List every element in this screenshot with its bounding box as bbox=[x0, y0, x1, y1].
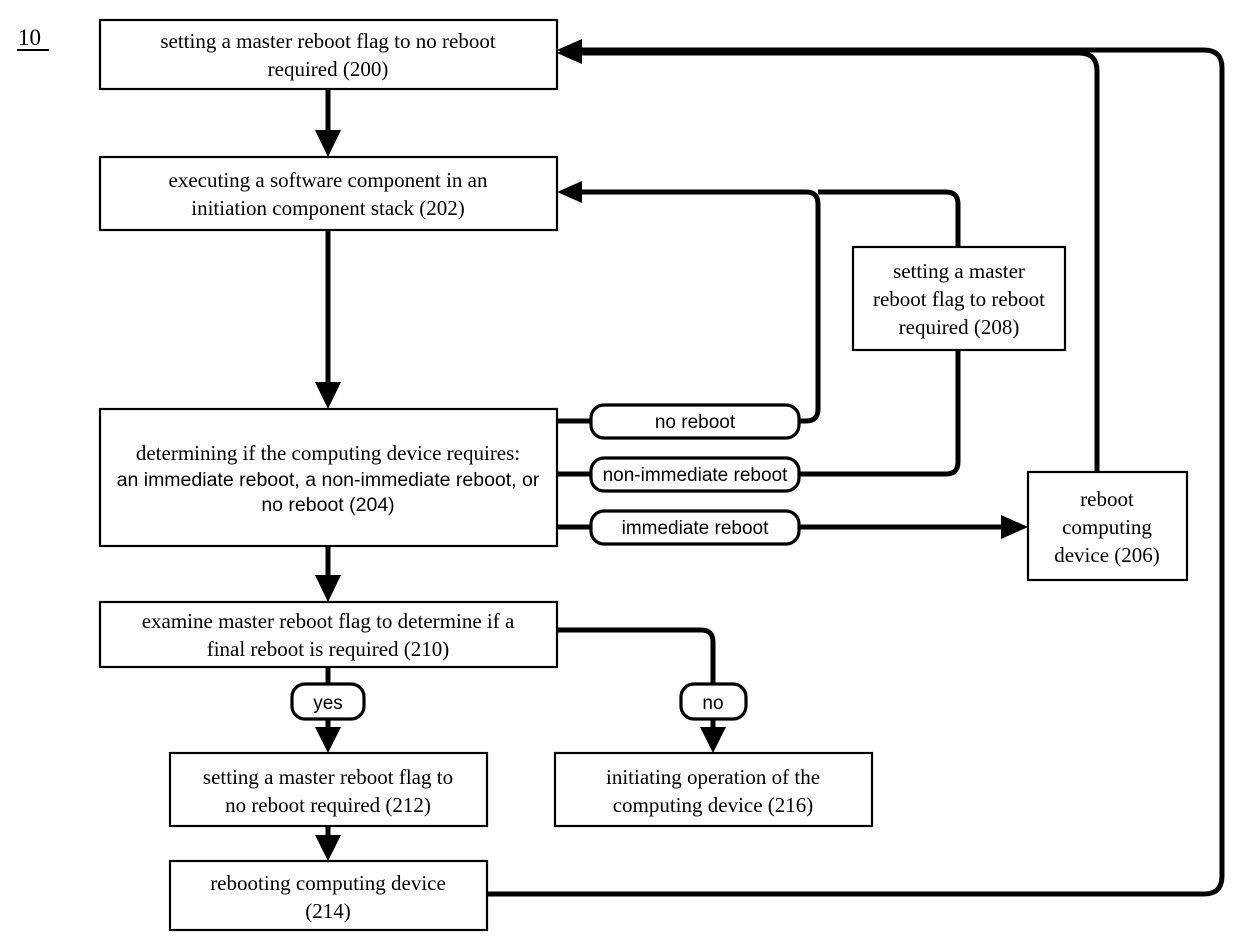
node-206-line-2: computing bbox=[1062, 515, 1152, 539]
edge-202-to-204 bbox=[315, 230, 341, 409]
edge-212-to-214-arrowhead bbox=[315, 835, 341, 861]
edge-200-to-202 bbox=[315, 89, 341, 157]
branch-pill-yes-label: yes bbox=[313, 693, 343, 714]
branch-pill-no-reboot-label: no reboot bbox=[655, 412, 736, 433]
node-210[interactable]: examine master reboot flag to determine … bbox=[98, 600, 559, 669]
node-200[interactable]: setting a master reboot flag to no reboo… bbox=[98, 18, 559, 91]
node-208[interactable]: setting a master reboot flag to reboot r… bbox=[851, 245, 1067, 352]
edge-208-to-202-path bbox=[818, 189, 961, 247]
edge-yes-to-212-arrowhead bbox=[315, 727, 341, 753]
node-202[interactable]: executing a software component in an ini… bbox=[98, 155, 559, 232]
node-208-line-1: setting a master bbox=[893, 259, 1025, 283]
figure-number-text: 10 bbox=[18, 25, 41, 50]
node-206-line-3: device (206) bbox=[1054, 543, 1160, 567]
node-214-line-2: (214) bbox=[305, 899, 351, 923]
branch-pill-non-immediate-reboot[interactable]: non-immediate reboot bbox=[589, 456, 801, 493]
figure-number-label: 10 bbox=[17, 25, 49, 51]
node-216[interactable]: initiating operation of the computing de… bbox=[553, 751, 874, 828]
node-214[interactable]: rebooting computing device (214) bbox=[168, 859, 489, 932]
edge-no-to-216 bbox=[700, 719, 726, 753]
node-204-line-1: determining if the computing device requ… bbox=[136, 441, 520, 465]
edge-immediate-to-206 bbox=[798, 515, 1028, 539]
branch-pill-immediate-reboot[interactable]: immediate reboot bbox=[589, 509, 801, 546]
edge-204-to-210-arrowhead bbox=[315, 575, 341, 602]
node-212[interactable]: setting a master reboot flag to no reboo… bbox=[168, 751, 489, 828]
node-200-line-2: required (200) bbox=[268, 57, 389, 81]
branch-pill-no-label: no bbox=[702, 693, 723, 714]
node-204-line-3: no reboot (204) bbox=[261, 494, 394, 516]
edge-202-to-204-arrowhead bbox=[315, 382, 341, 409]
node-210-line-1: examine master reboot flag to determine … bbox=[142, 609, 515, 633]
edge-210-to-no-path bbox=[557, 627, 716, 684]
edge-212-to-214 bbox=[315, 826, 341, 861]
patent-flowchart-diagram: 10 setting a master reboot flag to no re… bbox=[0, 0, 1240, 952]
node-212-line-2: no reboot required (212) bbox=[225, 793, 431, 817]
node-206-line-1: reboot bbox=[1080, 487, 1134, 511]
branch-pill-non-immediate-reboot-label: non-immediate reboot bbox=[603, 465, 789, 486]
node-200-line-1: setting a master reboot flag to no reboo… bbox=[160, 29, 495, 53]
node-216-line-1: initiating operation of the bbox=[606, 765, 820, 789]
edge-no-reboot-to-202 bbox=[557, 181, 821, 424]
node-216-line-2: computing device (216) bbox=[613, 793, 814, 817]
flowchart-canvas: 10 setting a master reboot flag to no re… bbox=[17, 18, 1225, 932]
node-212-line-1: setting a master reboot flag to bbox=[203, 765, 453, 789]
branch-pill-yes[interactable]: yes bbox=[290, 682, 366, 721]
node-202-line-1: executing a software component in an bbox=[169, 168, 488, 192]
node-204[interactable]: determining if the computing device requ… bbox=[98, 407, 559, 548]
edge-no-reboot-to-202-arrowhead bbox=[557, 181, 582, 203]
edge-200-to-202-arrowhead bbox=[315, 130, 341, 157]
edge-no-to-216-arrowhead bbox=[700, 727, 726, 753]
node-204-line-2: an immediate reboot, a non-immediate reb… bbox=[117, 469, 540, 491]
node-208-line-2: reboot flag to reboot bbox=[873, 287, 1045, 311]
edge-204-to-210 bbox=[315, 546, 341, 602]
branch-pill-no[interactable]: no bbox=[679, 682, 748, 721]
branch-pill-immediate-reboot-label: immediate reboot bbox=[622, 518, 770, 539]
edge-non-immediate-to-208-path bbox=[798, 350, 961, 477]
node-208-line-3: required (208) bbox=[899, 315, 1020, 339]
edge-yes-to-212 bbox=[315, 719, 341, 753]
node-210-line-2: final reboot is required (210) bbox=[207, 637, 450, 661]
node-206[interactable]: reboot computing device (206) bbox=[1026, 470, 1189, 582]
edge-immediate-to-206-arrowhead bbox=[1001, 515, 1028, 539]
edge-no-reboot-to-202-path bbox=[571, 189, 821, 424]
node-214-line-1: rebooting computing device bbox=[210, 871, 446, 895]
branch-pill-no-reboot[interactable]: no reboot bbox=[589, 403, 801, 440]
node-202-line-2: initiation component stack (202) bbox=[191, 196, 465, 220]
